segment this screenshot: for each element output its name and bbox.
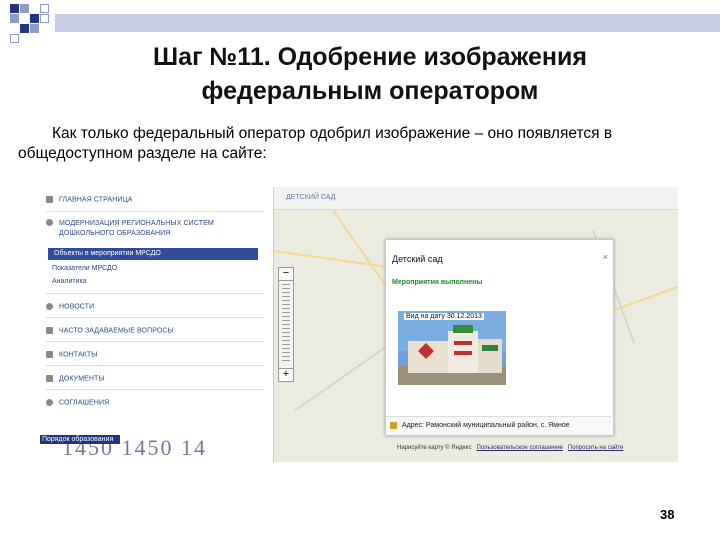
building-photo	[398, 311, 506, 385]
divider	[46, 389, 264, 390]
balloon-footer: Адрес: Рамонский муниципальный район, с.…	[386, 416, 611, 435]
website-screenshot: Главная страница Модернизация региональн…	[40, 187, 678, 462]
building-image	[398, 311, 506, 385]
dot-icon	[46, 219, 53, 226]
divider	[46, 317, 264, 318]
divider	[46, 341, 264, 342]
docs-icon	[46, 375, 53, 382]
sidebar-subitem-analytics[interactable]: Аналитика	[52, 278, 87, 285]
dot-icon	[46, 399, 53, 406]
sidebar-item-modernization[interactable]: Модернизация региональных систем дошколь…	[46, 219, 219, 239]
divider	[46, 211, 264, 212]
breadcrumb-label[interactable]: ДЕТСКИЙ САД	[286, 194, 335, 201]
close-icon[interactable]: ×	[603, 252, 608, 262]
phone-icon	[46, 351, 53, 358]
sidebar-item-news[interactable]: Новости	[46, 303, 94, 310]
chat-icon	[46, 327, 53, 334]
slide-title: Шаг №11. Одобрение изображения федеральн…	[110, 40, 630, 108]
zoom-slider[interactable]	[282, 284, 290, 362]
zoom-in-button[interactable]: +	[279, 368, 293, 381]
sidebar: Главная страница Модернизация региональн…	[40, 187, 274, 462]
home-icon	[46, 196, 53, 203]
zoom-out-button[interactable]: −	[279, 268, 293, 281]
sidebar-bottom-link[interactable]: Порядок образования	[40, 435, 120, 444]
balloon-title: Детский сад	[392, 254, 443, 264]
sidebar-item-contacts[interactable]: Контакты	[46, 351, 98, 358]
balloon-status: Мероприятия выполнены	[392, 279, 483, 286]
sidebar-item-home[interactable]: Главная страница	[46, 196, 133, 203]
sidebar-subitem-objects[interactable]: Объекты в мероприятии МРСДО	[48, 248, 258, 260]
terms-link[interactable]: Пользовательское соглашение	[476, 445, 562, 451]
report-link[interactable]: Попросить на сайте	[568, 445, 624, 451]
sidebar-item-faq[interactable]: Часто задаваемые вопросы	[46, 327, 174, 334]
news-icon	[46, 303, 53, 310]
map-balloon: Детский сад × Мероприятия выполнены Вид …	[385, 239, 614, 436]
map-copyright: Нарисуйте карту © Яндекс Пользовательско…	[397, 445, 624, 451]
balloon-address: Адрес: Рамонский муниципальный район, с.…	[402, 422, 570, 429]
map-zoom-control[interactable]: − +	[278, 267, 294, 382]
header-band	[55, 14, 720, 32]
sidebar-item-documents[interactable]: Документы	[46, 375, 105, 382]
divider	[46, 293, 264, 294]
divider	[46, 365, 264, 366]
breadcrumb: ДЕТСКИЙ САД	[274, 187, 678, 210]
intro-paragraph: Как только федеральный оператор одобрил …	[18, 124, 708, 164]
placemark-icon	[390, 422, 397, 429]
slide-title-line2: федеральным оператором	[201, 77, 539, 105]
intro-text: Как только федеральный оператор одобрил …	[18, 125, 613, 162]
slide-title-line1: Шаг №11. Одобрение изображения	[153, 43, 587, 71]
page-number: 38	[660, 507, 675, 522]
sidebar-subitem-indicators[interactable]: Показатели МРСДО	[52, 265, 117, 272]
photo-caption: Вид на дату 30.12.2013	[404, 313, 484, 320]
sidebar-item-agreements[interactable]: Соглашения	[46, 399, 109, 406]
